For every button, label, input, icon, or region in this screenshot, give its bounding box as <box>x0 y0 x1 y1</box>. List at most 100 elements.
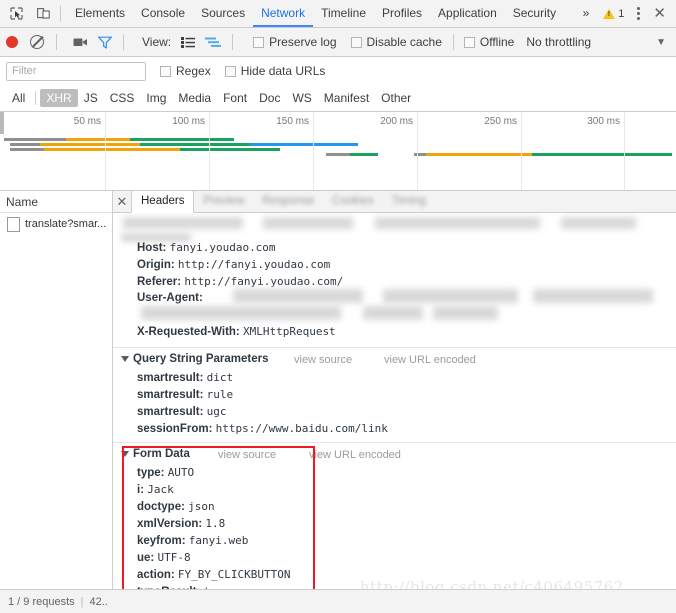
tab-timeline[interactable]: Timeline <box>313 0 374 27</box>
query-string-view-url-encoded[interactable]: view URL encoded <box>384 354 476 366</box>
type-filter-manifest[interactable]: Manifest <box>318 89 375 107</box>
request-count: 1 / 9 requests <box>8 595 75 608</box>
query-param: sessionFrom: https://www.baidu.com/link <box>137 422 388 435</box>
type-filter-doc[interactable]: Doc <box>253 89 286 107</box>
timeline-tick-label: 250 ms <box>484 116 517 127</box>
waterfall-segment <box>88 143 140 146</box>
header-origin: Origin: http://fanyi.youdao.com <box>137 258 330 271</box>
form-param: action: FY_BY_CLICKBUTTON <box>137 568 291 581</box>
device-toolbar-icon[interactable] <box>32 3 54 25</box>
offline-option[interactable]: Offline <box>463 35 514 49</box>
type-filter-ws[interactable]: WS <box>286 89 317 107</box>
type-filter-js[interactable]: JS <box>78 89 104 107</box>
status-bar: 1 / 9 requests | 42.. <box>0 589 676 613</box>
form-param: i: Jack <box>137 483 174 496</box>
detail-tab-response[interactable]: Response <box>253 191 323 212</box>
offline-checkbox[interactable] <box>463 37 475 48</box>
more-tabs-icon[interactable]: » <box>575 0 598 27</box>
preserve-log-option[interactable]: Preserve log <box>253 35 337 49</box>
network-toolbar: View: Preserve log Disable cache Offline… <box>0 28 676 57</box>
tab-sources[interactable]: Sources <box>193 0 253 27</box>
clear-button[interactable] <box>30 35 44 49</box>
status-separator: | <box>80 595 84 608</box>
more-options-icon[interactable] <box>630 7 647 20</box>
form-param: doctype: json <box>137 500 215 513</box>
header-x-requested-with: X-Requested-With: XMLHttpRequest <box>137 325 336 338</box>
regex-option[interactable]: Regex <box>160 64 211 78</box>
form-param: xmlVersion: 1.8 <box>137 517 225 530</box>
filter-icon[interactable] <box>98 36 112 49</box>
regex-checkbox[interactable] <box>160 66 171 77</box>
waterfall-segment <box>140 143 250 146</box>
type-filter-other[interactable]: Other <box>375 89 417 107</box>
form-param-key: type: <box>137 467 165 479</box>
type-filter-font[interactable]: Font <box>217 89 253 107</box>
throttling-select[interactable]: No throttling <box>526 35 591 49</box>
disable-cache-checkbox[interactable] <box>350 37 362 48</box>
detail-tab-cookies[interactable]: Cookies <box>323 191 383 212</box>
record-button[interactable] <box>6 36 18 48</box>
form-param-key: ue: <box>137 552 155 564</box>
detail-tab-headers[interactable]: Headers <box>131 191 195 213</box>
type-filter-all[interactable]: All <box>6 89 31 107</box>
waterfall-segment <box>66 138 94 141</box>
form-data-section-header[interactable]: Form Data <box>121 448 190 460</box>
type-filter-css[interactable]: CSS <box>104 89 141 107</box>
type-filter-img[interactable]: Img <box>140 89 172 107</box>
warning-badge[interactable]: 1 <box>597 8 630 20</box>
header-origin-value: http://fanyi.youdao.com <box>177 258 331 271</box>
tabstrip-right-controls: » 1 ✕ <box>575 0 676 27</box>
detail-tab-preview[interactable]: Preview <box>194 191 253 212</box>
form-param-value: json <box>188 500 215 513</box>
header-origin-key: Origin: <box>137 259 175 271</box>
preserve-log-label: Preserve log <box>269 35 337 49</box>
waterfall-segment <box>10 148 44 151</box>
query-param: smartresult: dict <box>137 371 233 384</box>
tab-console[interactable]: Console <box>133 0 193 27</box>
tab-profiles[interactable]: Profiles <box>374 0 430 27</box>
waterfall-view-icon[interactable] <box>205 37 222 48</box>
header-x-requested-with-key: X-Requested-With: <box>137 326 240 338</box>
redacted-header-block <box>375 217 540 229</box>
close-detail-icon[interactable]: ✕ <box>113 191 131 212</box>
network-timeline-overview[interactable]: 50 ms 100 ms 150 ms 200 ms 250 ms 300 ms <box>0 112 676 191</box>
waterfall-bar <box>0 148 676 151</box>
hide-data-urls-checkbox[interactable] <box>224 66 236 77</box>
query-string-view-source[interactable]: view source <box>294 354 352 366</box>
disable-cache-option[interactable]: Disable cache <box>350 35 442 49</box>
timeline-gridline <box>313 112 314 190</box>
hide-data-urls-option[interactable]: Hide data URLs <box>224 64 325 78</box>
waterfall-bar <box>0 138 676 141</box>
tab-application[interactable]: Application <box>430 0 505 27</box>
form-data-view-url-encoded[interactable]: view URL encoded <box>309 449 401 461</box>
table-row[interactable]: translate?smar... <box>0 213 112 235</box>
type-filter-xhr[interactable]: XHR <box>40 89 78 107</box>
column-header-name[interactable]: Name <box>0 191 112 213</box>
query-string-section-header[interactable]: Query String Parameters <box>121 353 269 365</box>
type-filter-divider <box>35 91 37 105</box>
form-param-value: 1.8 <box>205 517 226 530</box>
form-data-view-source[interactable]: view source <box>218 449 276 461</box>
inspect-element-icon[interactable] <box>5 3 27 25</box>
waterfall-segment <box>130 138 234 141</box>
waterfall-bar <box>0 153 676 156</box>
header-referer: Referer: http://fanyi.youdao.com/ <box>137 275 343 288</box>
tab-security[interactable]: Security <box>505 0 564 27</box>
type-filter-media[interactable]: Media <box>172 89 217 107</box>
preserve-log-checkbox[interactable] <box>253 37 265 48</box>
filter-input[interactable] <box>6 61 146 81</box>
header-host-key: Host: <box>137 242 167 254</box>
form-param-key: xmlVersion: <box>137 518 203 530</box>
chevron-down-icon[interactable]: ▼ <box>656 37 666 48</box>
request-list-pane: Name translate?smar... <box>0 191 113 589</box>
tab-network[interactable]: Network <box>253 0 313 27</box>
timeline-gridline <box>105 112 106 190</box>
header-host-value: fanyi.youdao.com <box>169 241 276 254</box>
timeline-gridline <box>209 112 210 190</box>
tab-elements[interactable]: Elements <box>67 0 133 27</box>
detail-tab-timing[interactable]: Timing <box>383 191 435 212</box>
request-rows: translate?smar... <box>0 213 112 235</box>
capture-screenshots-icon[interactable] <box>73 36 88 48</box>
list-view-icon[interactable] <box>181 36 196 48</box>
close-devtools-icon[interactable]: ✕ <box>647 6 672 21</box>
